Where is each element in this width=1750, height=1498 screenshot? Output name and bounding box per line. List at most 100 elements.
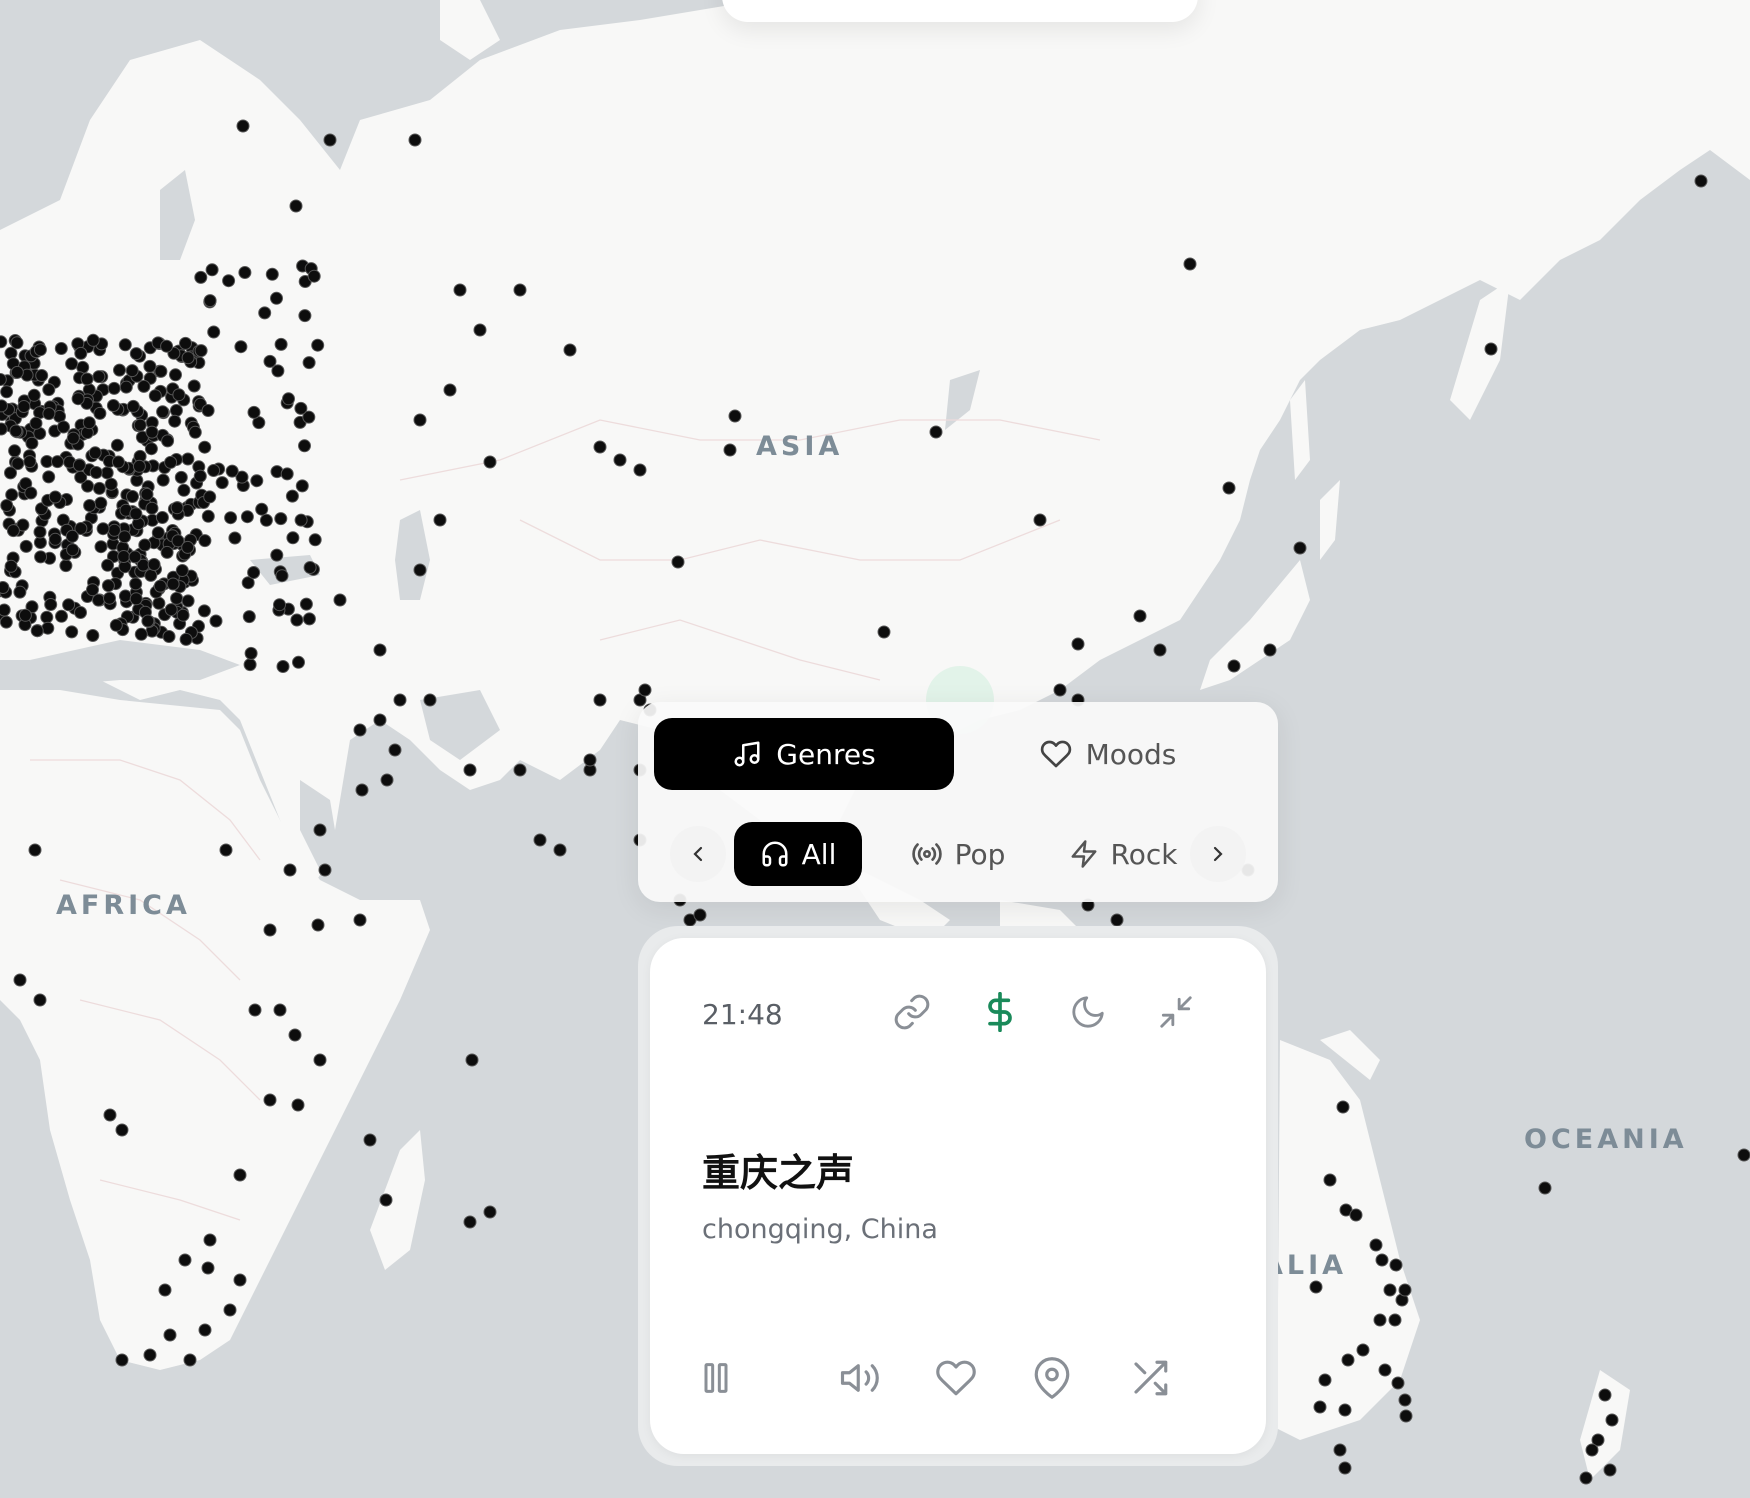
station-dot[interactable] — [197, 604, 211, 618]
station-dot[interactable] — [311, 918, 325, 932]
station-dot[interactable] — [101, 558, 115, 572]
station-dot[interactable] — [66, 431, 80, 445]
station-dot[interactable] — [118, 530, 132, 544]
station-dot[interactable] — [276, 660, 290, 673]
station-dot[interactable] — [1369, 1238, 1383, 1252]
station-dot[interactable] — [129, 592, 143, 606]
station-dot[interactable] — [1110, 913, 1124, 927]
station-dot[interactable] — [363, 1133, 377, 1147]
station-dot[interactable] — [164, 455, 178, 469]
station-dot[interactable] — [0, 603, 11, 617]
station-dot[interactable] — [128, 550, 142, 564]
station-dot[interactable] — [138, 538, 152, 552]
station-dot[interactable] — [286, 531, 300, 545]
station-dot[interactable] — [0, 499, 14, 512]
station-dot[interactable] — [44, 598, 58, 611]
station-dot[interactable] — [1323, 1173, 1337, 1187]
station-dot[interactable] — [5, 488, 19, 502]
chips-next-button[interactable] — [1190, 826, 1246, 882]
station-dot[interactable] — [129, 347, 143, 361]
copy-link-button[interactable] — [886, 986, 938, 1038]
chip-pop[interactable]: Pop — [888, 822, 1028, 886]
station-dot[interactable] — [1153, 643, 1167, 657]
station-dot[interactable] — [308, 533, 322, 547]
station-dot[interactable] — [96, 522, 110, 536]
station-dot[interactable] — [147, 558, 161, 571]
station-dot[interactable] — [55, 609, 68, 623]
station-dot[interactable] — [0, 385, 14, 399]
station-dot[interactable] — [723, 443, 737, 457]
station-dot[interactable] — [100, 466, 114, 480]
station-dot[interactable] — [115, 1123, 129, 1137]
station-dot[interactable] — [1341, 1353, 1355, 1367]
donate-button[interactable] — [974, 986, 1026, 1038]
station-dot[interactable] — [929, 425, 943, 439]
station-dot[interactable] — [18, 608, 32, 622]
station-dot[interactable] — [280, 467, 294, 481]
station-dot[interactable] — [193, 469, 207, 483]
station-dot[interactable] — [274, 337, 288, 351]
station-dot[interactable] — [353, 913, 367, 927]
station-dot[interactable] — [373, 713, 387, 727]
station-dot[interactable] — [207, 464, 221, 477]
station-dot[interactable] — [1375, 1253, 1389, 1267]
station-dot[interactable] — [553, 843, 567, 857]
station-dot[interactable] — [263, 1093, 277, 1107]
station-dot[interactable] — [201, 404, 215, 417]
station-dot[interactable] — [274, 512, 288, 526]
station-dot[interactable] — [164, 603, 178, 617]
station-dot[interactable] — [1356, 1343, 1370, 1357]
station-dot[interactable] — [126, 399, 140, 413]
station-dot[interactable] — [463, 1215, 477, 1229]
station-dot[interactable] — [198, 440, 212, 454]
station-dot[interactable] — [225, 464, 239, 478]
station-dot[interactable] — [103, 1108, 117, 1122]
station-dot[interactable] — [160, 545, 174, 559]
station-dot[interactable] — [34, 550, 48, 564]
station-dot[interactable] — [152, 596, 166, 610]
station-dot[interactable] — [273, 598, 286, 612]
station-dot[interactable] — [433, 513, 447, 527]
station-dot[interactable] — [65, 625, 79, 639]
station-dot[interactable] — [234, 340, 248, 354]
station-dot[interactable] — [671, 555, 685, 569]
station-dot[interactable] — [93, 406, 107, 420]
station-dot[interactable] — [145, 425, 159, 439]
station-dot[interactable] — [117, 550, 131, 563]
station-dot[interactable] — [298, 439, 311, 453]
station-dot[interactable] — [298, 309, 312, 323]
station-dot[interactable] — [74, 606, 87, 619]
station-dot[interactable] — [175, 564, 189, 577]
top-search-bar[interactable] — [722, 0, 1198, 22]
station-dot[interactable] — [23, 455, 37, 469]
station-dot[interactable] — [170, 591, 184, 605]
station-dot[interactable] — [1585, 1443, 1599, 1457]
station-dot[interactable] — [169, 404, 183, 417]
station-dot[interactable] — [203, 490, 217, 504]
locate-station-button[interactable] — [1026, 1352, 1078, 1404]
station-dot[interactable] — [17, 400, 31, 413]
station-dot[interactable] — [1133, 609, 1147, 623]
station-dot[interactable] — [271, 364, 285, 378]
station-dot[interactable] — [41, 621, 55, 635]
station-dot[interactable] — [323, 133, 337, 147]
station-dot[interactable] — [1227, 659, 1241, 673]
station-dot[interactable] — [19, 539, 33, 553]
station-dot[interactable] — [311, 338, 325, 352]
station-dot[interactable] — [224, 511, 238, 525]
station-dot[interactable] — [563, 343, 577, 357]
station-dot[interactable] — [113, 363, 126, 377]
station-dot[interactable] — [295, 479, 309, 493]
station-dot[interactable] — [166, 577, 180, 591]
station-dot[interactable] — [109, 618, 123, 632]
station-dot[interactable] — [94, 540, 108, 554]
station-dot[interactable] — [728, 409, 742, 423]
station-dot[interactable] — [1336, 1100, 1350, 1114]
station-dot[interactable] — [413, 413, 427, 427]
station-dot[interactable] — [94, 496, 108, 510]
station-dot[interactable] — [154, 364, 168, 378]
station-dot[interactable] — [313, 1053, 327, 1067]
station-dot[interactable] — [1373, 1313, 1387, 1327]
station-dot[interactable] — [118, 589, 132, 603]
station-dot[interactable] — [289, 199, 303, 213]
